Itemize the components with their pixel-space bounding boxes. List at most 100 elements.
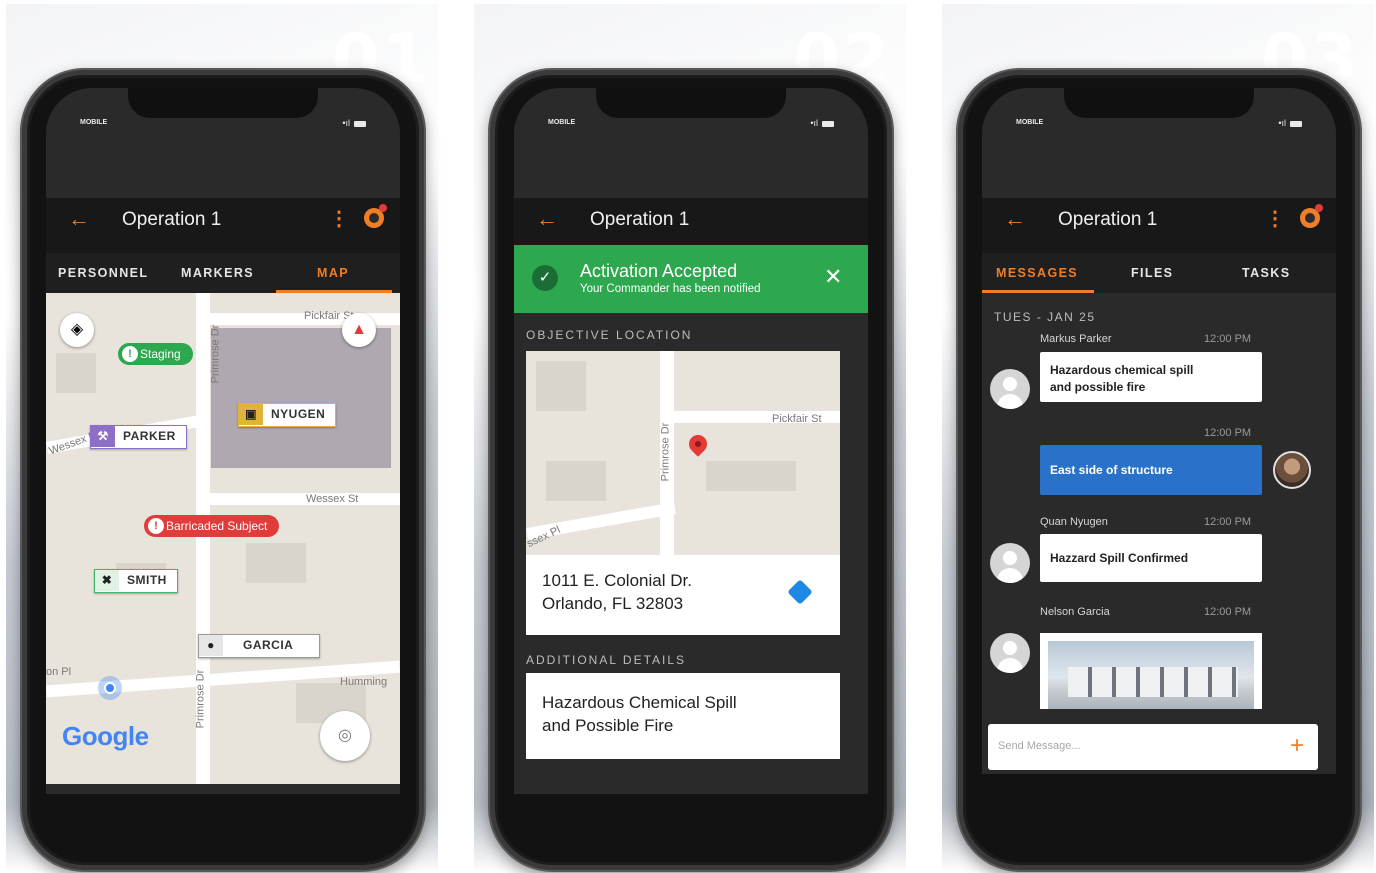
- address-card: 1011 E. Colonial Dr. Orlando, FL 32803: [526, 555, 840, 635]
- message-sender: Quan Nyugen: [1040, 516, 1108, 528]
- tab-files[interactable]: FILES: [1131, 266, 1173, 280]
- date-divider: TUES - JAN 25: [994, 310, 1096, 324]
- signal-icon: •ıl: [810, 118, 818, 128]
- street-label: Primrose Dr: [659, 422, 672, 482]
- operation-title: Operation 1: [122, 209, 222, 230]
- directions-icon[interactable]: [787, 579, 813, 605]
- phone-frame-3: MOBILE •ıl ← Operation 1 ⋮ MESSAGES FILE…: [958, 70, 1360, 870]
- staging-label: Staging: [140, 347, 181, 361]
- add-icon[interactable]: +: [1290, 732, 1304, 760]
- notch: [1064, 88, 1254, 118]
- map-block: [546, 461, 606, 501]
- message-sender: Nelson Garcia: [1040, 606, 1110, 618]
- home-area: [46, 794, 400, 852]
- objective-map[interactable]: Primrose Dr Pickfair St ssex Pl: [526, 351, 840, 555]
- tab-map[interactable]: MAP: [317, 266, 349, 280]
- personnel-marker-smith[interactable]: ✖ SMITH: [94, 569, 178, 593]
- compass-icon[interactable]: ▲: [342, 313, 376, 347]
- objective-location-heading: OBJECTIVE LOCATION: [526, 328, 693, 342]
- personnel-marker-garcia[interactable]: ● GARCIA: [198, 634, 321, 658]
- message-input[interactable]: Send Message... +: [988, 724, 1318, 770]
- map-view[interactable]: Primrose Dr Pickfair St Wessex St Wessex…: [46, 293, 400, 784]
- carrier-label: MOBILE: [548, 119, 576, 126]
- staging-marker[interactable]: ! Staging: [118, 343, 193, 365]
- street-label: Pickfair St: [772, 413, 822, 425]
- image-attachment[interactable]: [1040, 633, 1262, 709]
- message-text: East side of structure: [1050, 463, 1173, 477]
- notification-dot: [379, 204, 387, 212]
- street-label: on Pl: [46, 666, 72, 678]
- map-block: [56, 353, 96, 393]
- more-options-icon[interactable]: ⋮: [1265, 206, 1285, 231]
- battery-icon: [354, 120, 366, 127]
- barricaded-subject-marker[interactable]: ! Barricaded Subject: [144, 515, 280, 537]
- marker-label: SMITH: [127, 573, 167, 587]
- address-line-2: Orlando, FL 32803: [542, 594, 684, 613]
- close-icon[interactable]: ✕: [824, 264, 842, 290]
- tab-tasks[interactable]: TASKS: [1242, 266, 1290, 280]
- map-block: [246, 543, 306, 583]
- tab-messages[interactable]: MESSAGES: [996, 266, 1078, 280]
- map-block: [536, 361, 586, 411]
- lock-icon: ▣: [239, 404, 263, 425]
- user-avatar: [990, 543, 1030, 583]
- message-time: 12:00 PM: [1204, 333, 1252, 345]
- road-wessex-st: [196, 493, 400, 505]
- tab-bar: PERSONNEL MARKERS MAP: [46, 253, 400, 293]
- signal-icon: •ıl: [1278, 118, 1286, 128]
- home-area: [514, 794, 868, 852]
- google-logo: Google: [62, 721, 149, 752]
- back-arrow-icon[interactable]: ←: [536, 206, 558, 232]
- personnel-marker-nyugen[interactable]: ▣ NYUGEN: [238, 403, 337, 427]
- check-icon: ✓: [532, 265, 558, 291]
- address-line-1: 1011 E. Colonial Dr.: [542, 571, 692, 590]
- signal-icon: •ıl: [342, 118, 350, 128]
- phone-screen-2: MOBILE •ıl ← Operation 1 ✓ Activation Ac…: [514, 88, 868, 852]
- status-icons: •ıl: [1278, 118, 1302, 128]
- home-area: [982, 774, 1336, 852]
- notification-dot: [1315, 204, 1323, 212]
- notch: [128, 88, 318, 118]
- walker-icon: ●: [199, 635, 223, 656]
- user-avatar: [990, 633, 1030, 673]
- more-options-icon[interactable]: ⋮: [329, 206, 349, 231]
- tab-personnel[interactable]: PERSONNEL: [58, 266, 148, 280]
- building-photo: [1048, 641, 1254, 709]
- layers-icon[interactable]: ◈: [60, 313, 94, 347]
- marker-label: NYUGEN: [271, 407, 326, 421]
- street-label: Primrose Dr: [194, 669, 207, 729]
- current-location-dot: [98, 676, 122, 700]
- banner-title: Activation Accepted: [580, 261, 738, 281]
- map-block: [706, 461, 796, 491]
- notch: [596, 88, 786, 118]
- location-pin-icon[interactable]: [685, 431, 711, 457]
- back-arrow-icon[interactable]: ←: [68, 206, 90, 232]
- message-time: 12:00 PM: [1204, 427, 1252, 439]
- marker-label: PARKER: [123, 429, 176, 443]
- message-bubble-own: East side of structure: [1040, 445, 1262, 495]
- additional-details-heading: ADDITIONAL DETAILS: [526, 653, 687, 667]
- battery-icon: [822, 120, 834, 127]
- user-avatar: [990, 369, 1030, 409]
- own-avatar: [1273, 451, 1311, 489]
- recenter-icon[interactable]: ◎: [320, 711, 370, 761]
- street-label: Primrose Dr: [209, 324, 222, 384]
- carrier-label: MOBILE: [80, 119, 108, 126]
- phone-frame-1: MOBILE •ıl ← Operation 1 ⋮ PERSONNEL MAR…: [22, 70, 424, 870]
- personnel-marker-parker[interactable]: ⚒ PARKER: [90, 425, 187, 449]
- operation-title: Operation 1: [1058, 209, 1158, 230]
- details-card: Hazardous Chemical Spill and Possible Fi…: [526, 673, 840, 759]
- tab-bar: MESSAGES FILES TASKS: [982, 253, 1336, 293]
- phone-screen-3: MOBILE •ıl ← Operation 1 ⋮ MESSAGES FILE…: [982, 88, 1336, 852]
- status-icons: •ıl: [810, 118, 834, 128]
- google-logo-text: Google: [62, 721, 149, 751]
- barricaded-label: Barricaded Subject: [166, 519, 268, 533]
- activation-banner: ✓ Activation Accepted Your Commander has…: [514, 245, 868, 313]
- tab-markers[interactable]: MARKERS: [181, 266, 254, 280]
- phone-frame-2: MOBILE •ıl ← Operation 1 ✓ Activation Ac…: [490, 70, 892, 870]
- message-text: Hazzard Spill Confirmed: [1050, 551, 1189, 565]
- back-arrow-icon[interactable]: ←: [1004, 206, 1026, 232]
- message-time: 12:00 PM: [1204, 606, 1252, 618]
- message-sender: Markus Parker: [1040, 333, 1112, 345]
- status-icons: •ıl: [342, 118, 366, 128]
